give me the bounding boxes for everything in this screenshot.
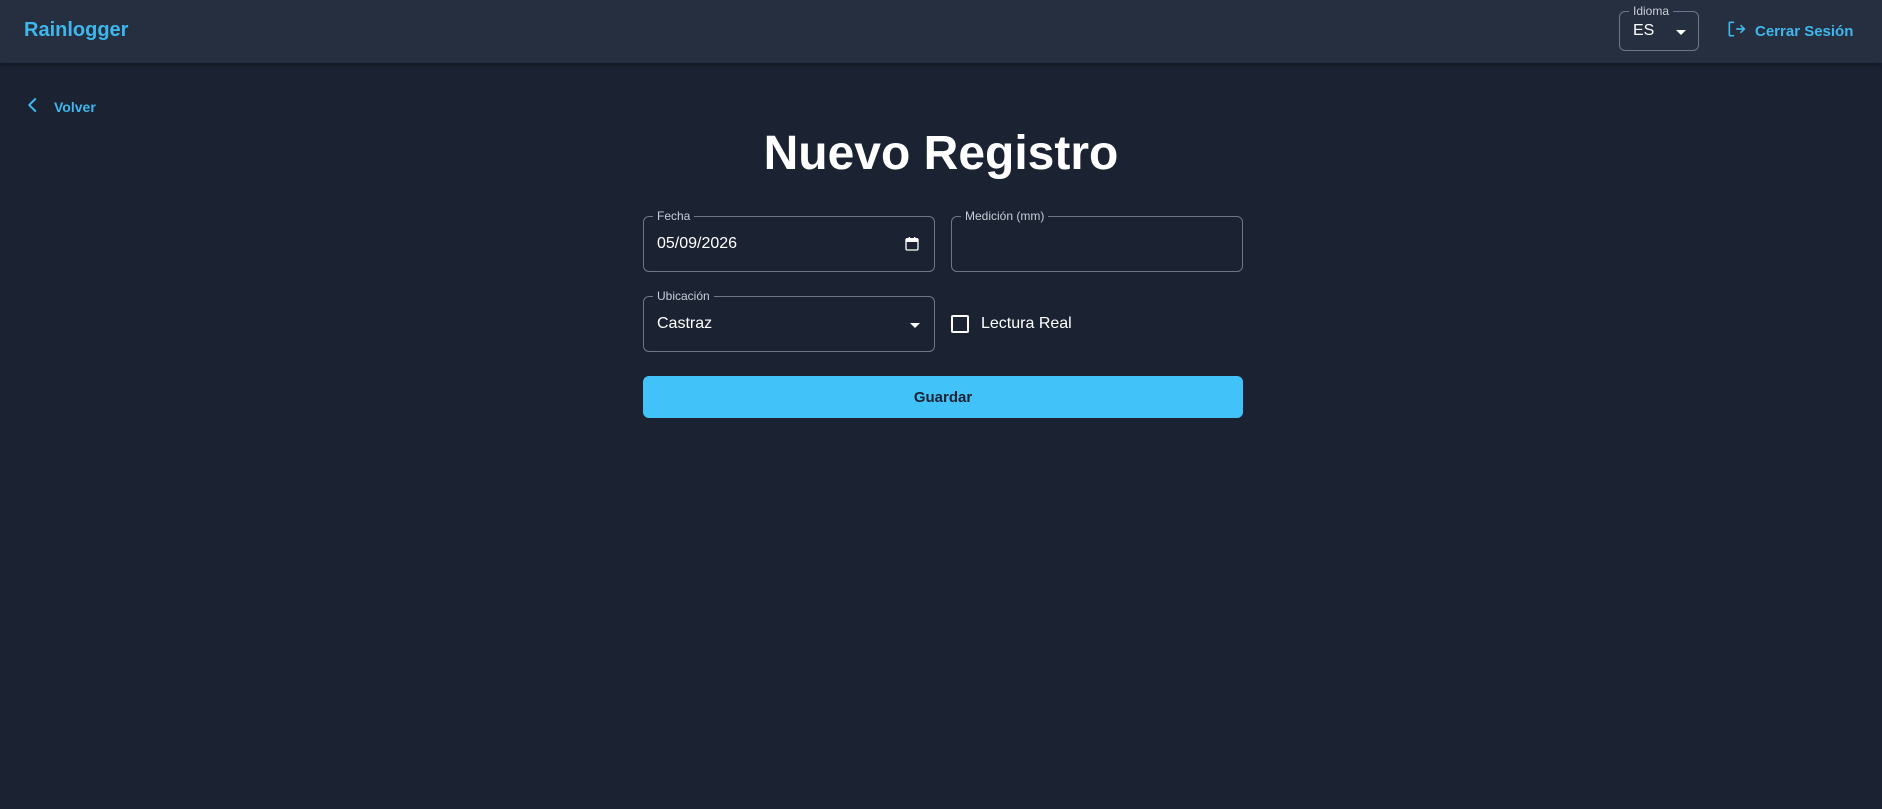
lectura-real-checkbox-row[interactable]: Lectura Real <box>951 313 1072 335</box>
dropdown-arrow-icon <box>910 323 920 328</box>
brand-logo[interactable]: Rainlogger <box>24 19 128 42</box>
logout-icon <box>1726 19 1746 44</box>
fecha-field-label: Fecha <box>653 209 695 223</box>
language-select-value: ES <box>1633 22 1655 39</box>
fecha-field-value: 05/09/2026 <box>657 235 738 252</box>
calendar-icon[interactable] <box>904 236 920 257</box>
chevron-left-icon <box>24 96 42 119</box>
save-button[interactable]: Guardar <box>643 376 1243 418</box>
fecha-field[interactable]: Fecha 05/09/2026 <box>643 209 935 272</box>
ubicacion-select-label: Ubicación <box>653 289 714 303</box>
page-title: Nuevo Registro <box>763 127 1119 180</box>
app-bar: Rainlogger Idioma ES Cerrar Sesión <box>0 0 1882 63</box>
logout-button[interactable]: Cerrar Sesión <box>1726 20 1853 42</box>
medicion-field[interactable]: Medición (mm) <box>951 209 1243 272</box>
language-select-label: Idioma <box>1629 4 1674 18</box>
lectura-real-checkbox[interactable] <box>951 315 969 333</box>
medicion-field-label: Medición (mm) <box>961 209 1049 223</box>
dropdown-arrow-icon <box>1676 30 1686 35</box>
logout-label: Cerrar Sesión <box>1755 22 1854 40</box>
ubicacion-select[interactable]: Ubicación Castraz <box>643 289 935 352</box>
lectura-real-label: Lectura Real <box>981 315 1072 332</box>
ubicacion-select-value: Castraz <box>657 315 713 332</box>
back-link-label: Volver <box>54 99 96 115</box>
back-link[interactable]: Volver <box>24 96 96 118</box>
language-select[interactable]: Idioma ES <box>1619 4 1699 51</box>
